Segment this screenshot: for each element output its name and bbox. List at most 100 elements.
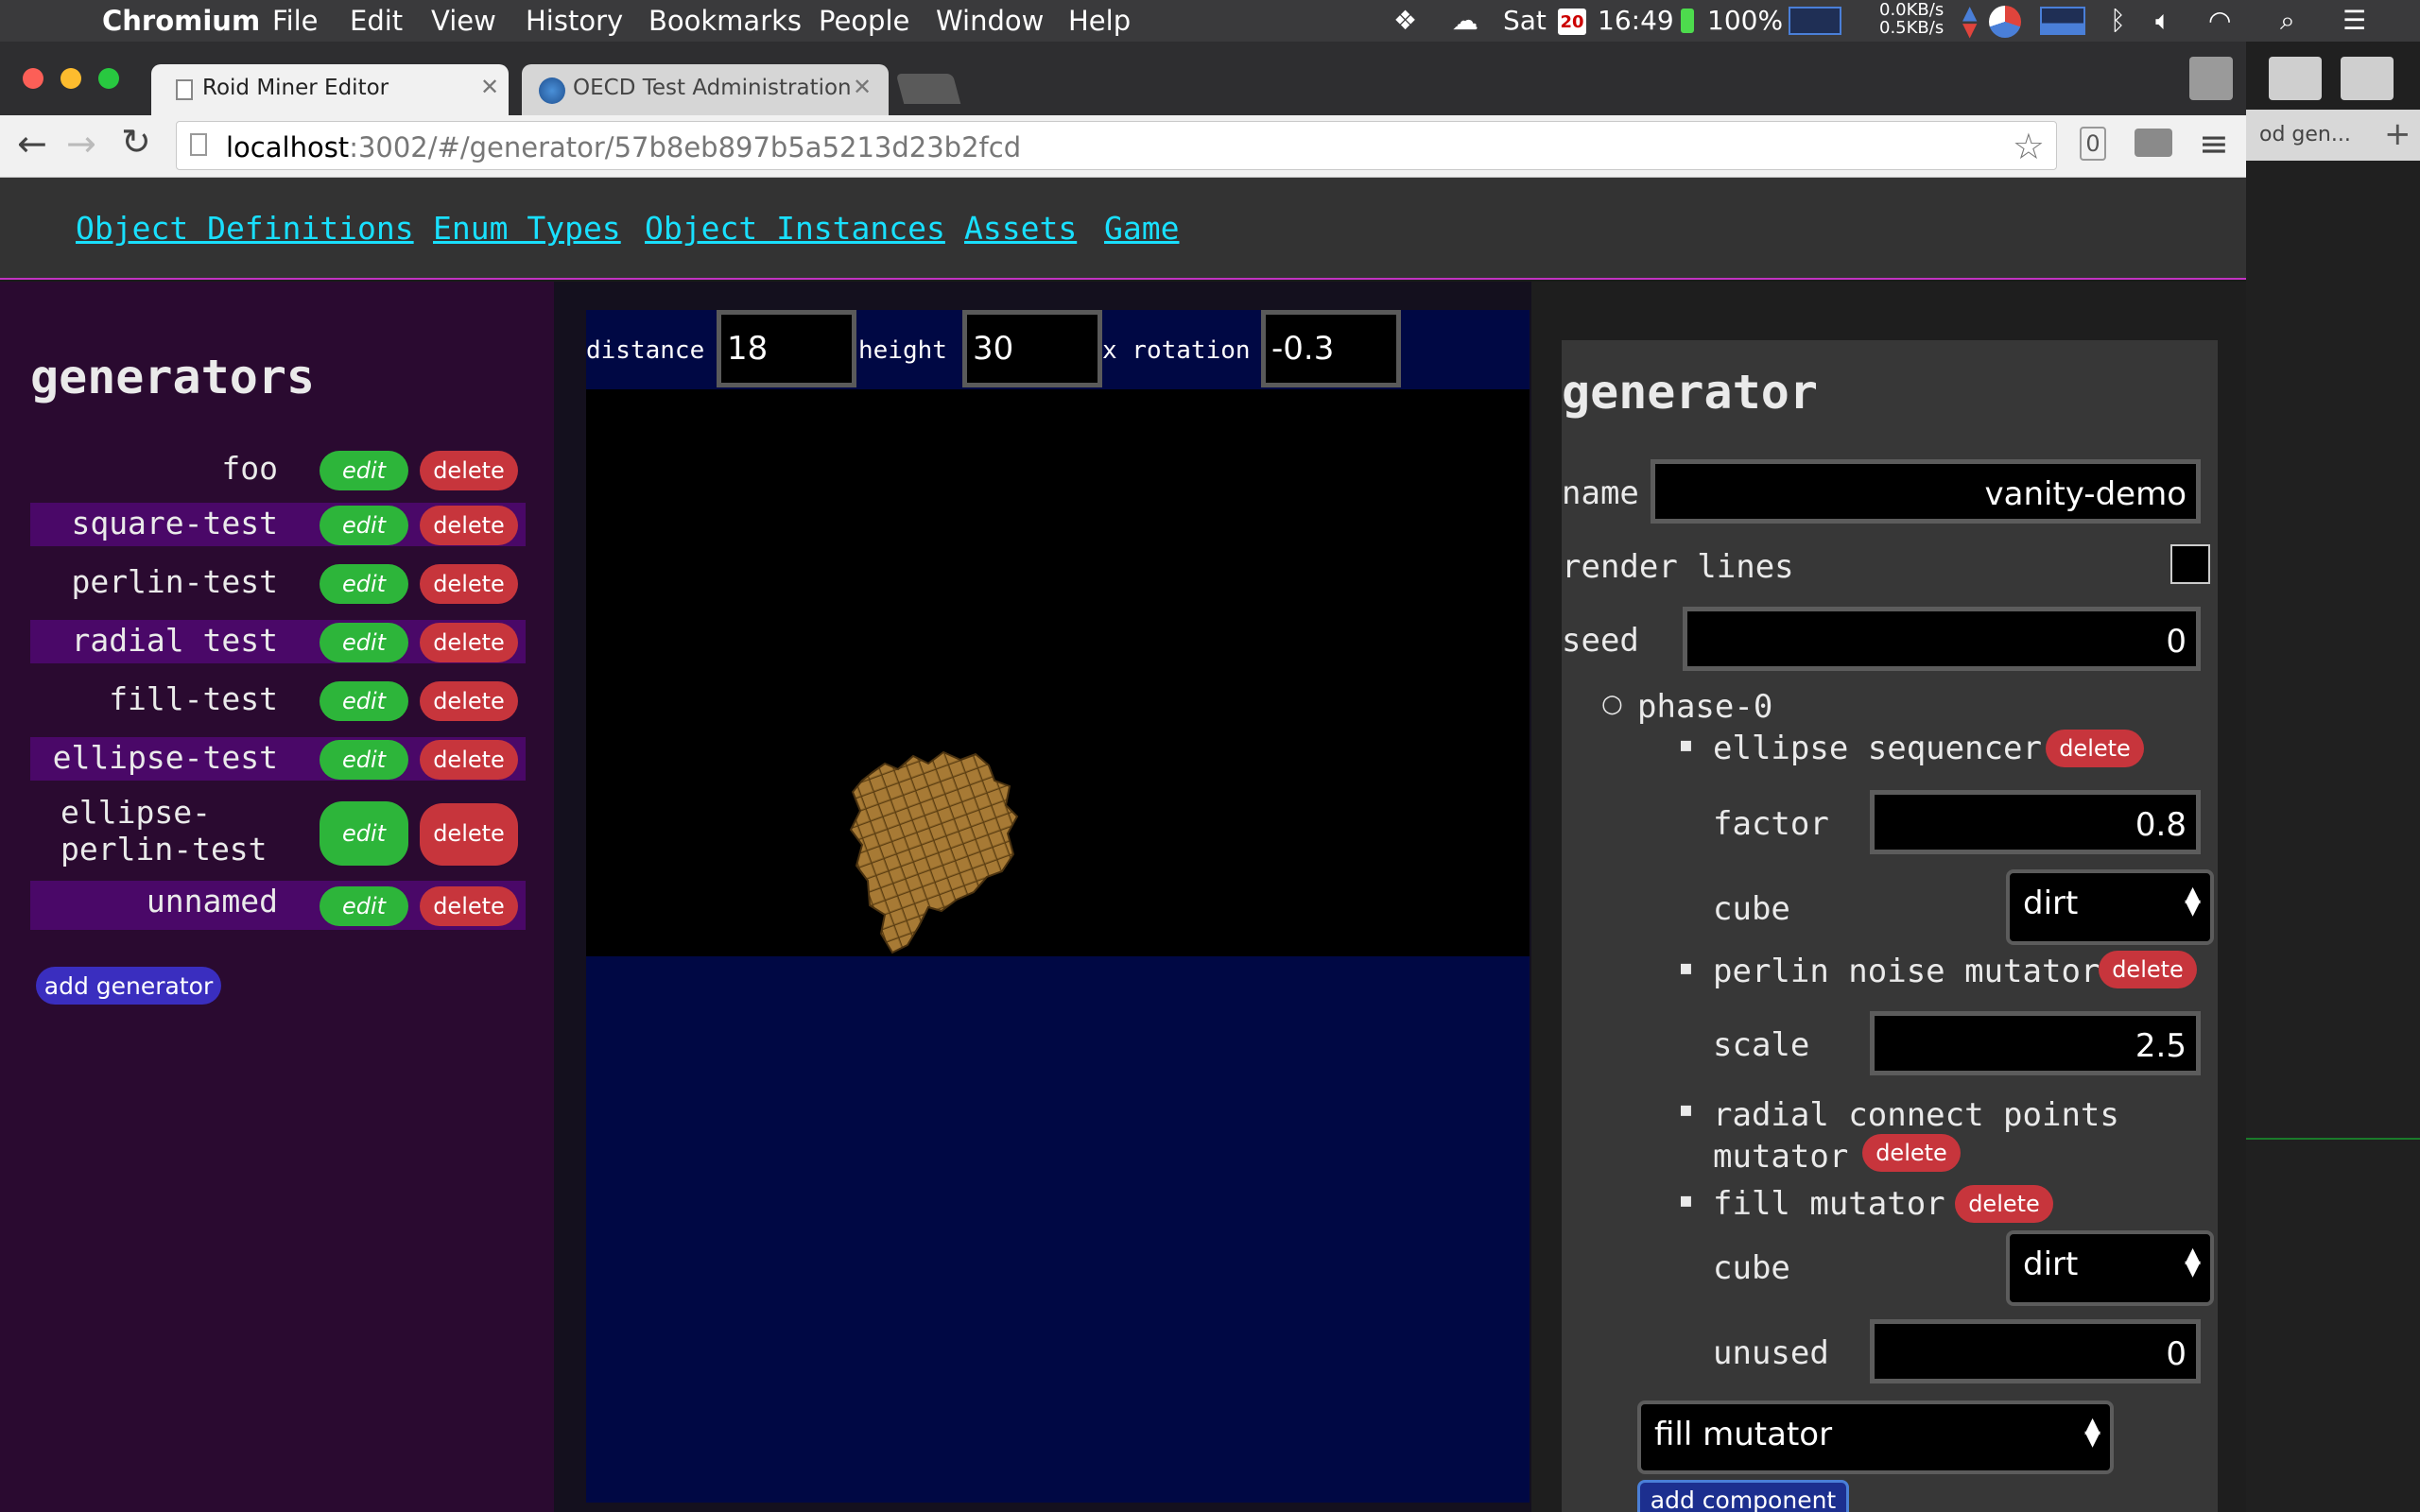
edit-button[interactable]: edit	[320, 801, 408, 866]
list-item: radial test edit delete	[30, 620, 526, 663]
edit-button[interactable]: edit	[320, 564, 408, 604]
spotlight-search-icon[interactable]: ⌕	[2280, 5, 2295, 37]
extension-icon[interactable]	[2135, 129, 2172, 157]
edit-button[interactable]: edit	[320, 623, 408, 662]
calendar-icon[interactable]: 20	[1558, 9, 1586, 35]
select-arrows-icon: ▲ ▼	[2084, 1414, 2100, 1451]
minimize-window-button[interactable]	[60, 68, 81, 89]
render-lines-checkbox[interactable]	[2170, 544, 2210, 584]
delete-component-button[interactable]: delete	[1955, 1185, 2053, 1223]
sidebar-title: generators	[30, 350, 316, 404]
notification-center-icon[interactable]: ☰	[2342, 5, 2366, 36]
tab-roid-miner-editor[interactable]: Roid Miner Editor ✕	[151, 64, 509, 115]
nav-object-instances[interactable]: Object Instances	[645, 210, 945, 247]
close-tab-icon[interactable]: ✕	[480, 74, 499, 100]
phase-label: phase-0	[1637, 688, 1773, 726]
edit-button[interactable]: edit	[320, 681, 408, 721]
back-arrow-icon[interactable]: ←	[17, 123, 47, 164]
unused-input[interactable]: 0	[1870, 1319, 2201, 1383]
delete-button[interactable]: delete	[420, 803, 518, 866]
render-lines-label: render lines	[1562, 548, 1794, 586]
delete-button[interactable]: delete	[420, 623, 518, 662]
generator-name: perlin-test	[71, 563, 278, 600]
menu-history[interactable]: History	[526, 5, 623, 37]
clock-time[interactable]: 16:49	[1598, 5, 1674, 36]
delete-button[interactable]: delete	[420, 740, 518, 780]
delete-component-button[interactable]: delete	[2099, 951, 2197, 988]
close-window-button[interactable]	[23, 68, 43, 89]
edit-button[interactable]: edit	[320, 740, 408, 780]
menu-help[interactable]: Help	[1068, 5, 1131, 37]
list-item: square-test edit delete	[30, 503, 526, 546]
forward-arrow-icon[interactable]: →	[66, 123, 96, 164]
x-rotation-input[interactable]: -0.3	[1261, 310, 1401, 387]
bluetooth-icon[interactable]: ᛒ	[2110, 5, 2126, 36]
name-input[interactable]: vanity-demo	[1651, 459, 2201, 524]
delete-component-button[interactable]: delete	[1862, 1134, 1961, 1172]
nav-game[interactable]: Game	[1104, 210, 1179, 247]
delete-button[interactable]: delete	[420, 451, 518, 490]
cpu-graph-icon[interactable]	[1789, 7, 1841, 35]
delete-button[interactable]: delete	[420, 564, 518, 604]
nav-assets[interactable]: Assets	[964, 210, 1077, 247]
edit-button[interactable]: edit	[320, 506, 408, 545]
new-tab-button[interactable]	[895, 74, 961, 104]
delete-button[interactable]: delete	[420, 681, 518, 721]
dropbox-icon[interactable]: ❖	[1393, 5, 1417, 36]
cube-select-value: dirt	[2023, 1246, 2079, 1283]
component-label-line: radial connect points	[1713, 1096, 2119, 1134]
battery-icon[interactable]	[1681, 9, 1694, 33]
menu-bookmarks[interactable]: Bookmarks	[648, 5, 802, 37]
cube-select-value: dirt	[2023, 885, 2079, 922]
app-menu[interactable]: Chromium	[102, 5, 260, 37]
cube-select[interactable]: dirt ▲ ▼	[2006, 869, 2214, 945]
add-generator-button[interactable]: add generator	[36, 967, 221, 1005]
edit-button[interactable]: edit	[320, 451, 408, 490]
scale-input[interactable]: 2.5	[1870, 1011, 2201, 1075]
component-label: fill mutator	[1713, 1185, 1945, 1223]
delete-component-button[interactable]: delete	[2046, 730, 2144, 767]
chrome-menu-icon[interactable]: ≡	[2199, 123, 2229, 164]
edit-button[interactable]: edit	[320, 886, 408, 926]
delete-button[interactable]: delete	[420, 886, 518, 926]
3d-canvas[interactable]	[586, 389, 1530, 956]
component-label: ellipse sequencer	[1713, 730, 2042, 767]
scale-label: scale	[1713, 1026, 1810, 1064]
add-component-button[interactable]: add component	[1637, 1480, 1849, 1512]
address-bar[interactable]: localhost:3002/#/generator/57b8eb897b5a5…	[176, 121, 2057, 170]
net-up-rate: 0.0KB/s	[1879, 0, 1945, 20]
voxel-render	[849, 750, 1019, 954]
cloud-icon[interactable]: ☁	[1452, 5, 1478, 36]
tab-oecd-test[interactable]: OECD Test Administration ✕	[522, 64, 889, 115]
factor-input[interactable]: 0.8	[1870, 790, 2201, 854]
extension-badge-icon[interactable]: 0	[2080, 127, 2106, 161]
select-arrows-icon: ▲ ▼	[2185, 883, 2201, 919]
component-label-line: mutator	[1713, 1138, 1849, 1176]
bookmark-star-icon[interactable]: ☆	[2013, 126, 2045, 167]
cube-label: cube	[1713, 1249, 1790, 1287]
delete-button[interactable]: delete	[420, 506, 518, 545]
cube-select[interactable]: dirt ▲ ▼	[2006, 1230, 2214, 1306]
component-type-select[interactable]: fill mutator ▲ ▼	[1637, 1400, 2114, 1474]
page-info-icon[interactable]	[190, 133, 207, 156]
memory-pie-icon[interactable]	[1989, 6, 2021, 38]
menu-people[interactable]: People	[819, 5, 909, 37]
page-icon	[176, 79, 193, 100]
menu-view[interactable]: View	[431, 5, 496, 37]
seed-input[interactable]: 0	[1683, 607, 2201, 671]
distance-input[interactable]: 18	[717, 310, 856, 387]
profile-avatar-icon[interactable]	[2189, 57, 2233, 100]
close-tab-icon[interactable]: ✕	[853, 74, 872, 100]
height-input[interactable]: 30	[962, 310, 1102, 387]
zoom-window-button[interactable]	[98, 68, 119, 89]
wifi-icon[interactable]: ◠	[2208, 5, 2231, 36]
menu-edit[interactable]: Edit	[350, 5, 403, 37]
circle-bullet-icon: ○	[1601, 690, 1623, 718]
disk-graph-icon[interactable]	[2040, 7, 2085, 35]
nav-enum-types[interactable]: Enum Types	[433, 210, 621, 247]
menu-file[interactable]: File	[272, 5, 319, 37]
reload-icon[interactable]: ↻	[121, 121, 151, 163]
menu-window[interactable]: Window	[936, 5, 1044, 37]
volume-icon[interactable]: 🔈︎	[2155, 5, 2171, 37]
nav-object-definitions[interactable]: Object Definitions	[76, 210, 414, 247]
